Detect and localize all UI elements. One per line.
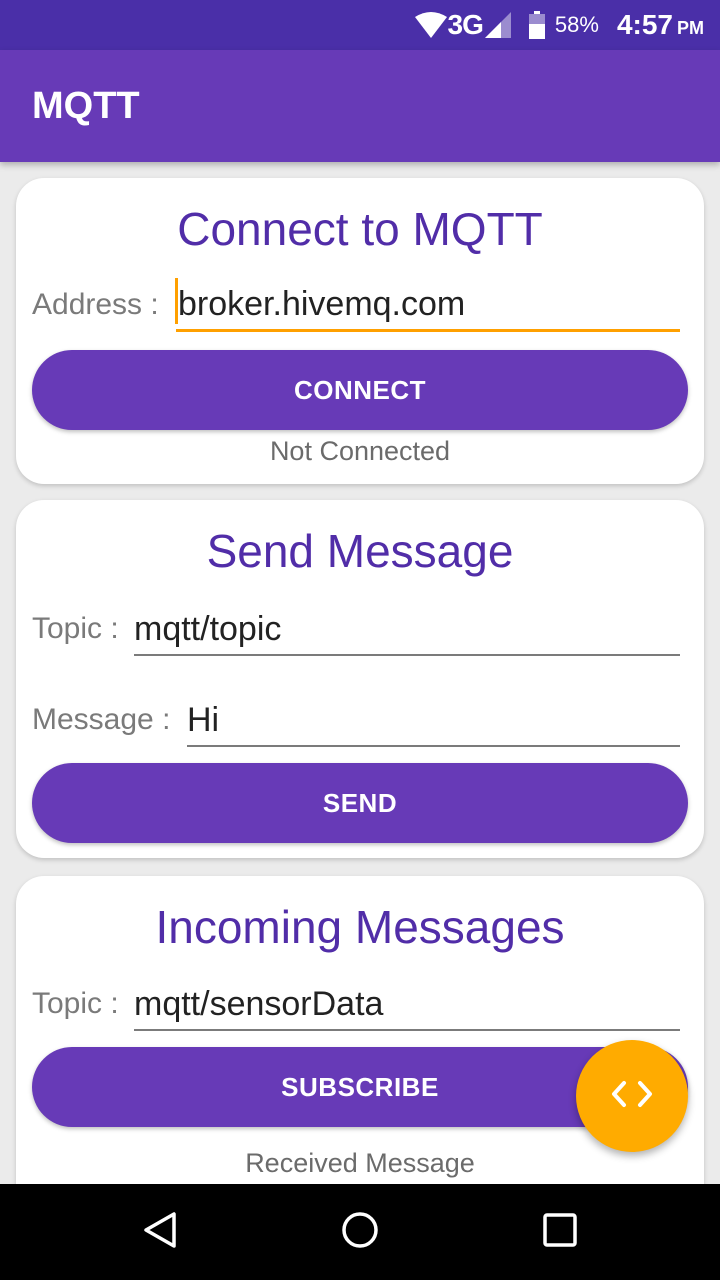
battery-percent: 58% [554,12,599,37]
send-message-card: Send Message Topic : Message : SEND [16,500,704,858]
send-card-title: Send Message [206,525,514,577]
home-button[interactable] [330,1202,390,1262]
code-icon [610,1079,654,1114]
battery-icon [528,11,545,39]
back-icon [140,1210,180,1255]
home-icon [340,1210,380,1255]
code-fab-button[interactable] [576,1040,688,1152]
signal-icon [484,12,511,38]
message-label: Message : [32,703,171,736]
subscribe-topic-input[interactable] [134,979,680,1031]
text-caret [175,278,178,324]
back-button[interactable] [130,1202,190,1262]
send-topic-label: Topic : [32,612,119,645]
clock-ampm: PM [677,17,704,38]
status-bar: 3G 58% 4:57 PM [0,0,720,50]
connect-card-title: Connect to MQTT [177,203,543,255]
connect-button[interactable]: CONNECT [32,350,688,430]
network-type: 3G [447,9,484,40]
address-input[interactable] [176,280,680,332]
connection-status: Not Connected [269,436,451,466]
system-nav-bar [0,1184,720,1280]
clock-time: 4:57 [616,9,673,40]
send-topic-input[interactable] [134,604,680,656]
received-message-label: Received Message [245,1148,475,1178]
incoming-card-title: Incoming Messages [155,901,565,953]
subscribe-topic-label: Topic : [32,987,119,1020]
recents-button[interactable] [530,1202,590,1262]
recents-icon [540,1210,580,1255]
wifi-icon [414,11,448,39]
send-button[interactable]: SEND [32,763,688,843]
app-title: MQTT [32,84,140,127]
message-input[interactable] [187,695,680,747]
incoming-messages-card: Incoming Messages Topic : SUBSCRIBE Rece… [16,876,704,1216]
app-bar: MQTT [0,50,720,162]
connect-card: Connect to MQTT Address : CONNECT Not Co… [16,178,704,484]
address-label: Address : [32,288,159,321]
